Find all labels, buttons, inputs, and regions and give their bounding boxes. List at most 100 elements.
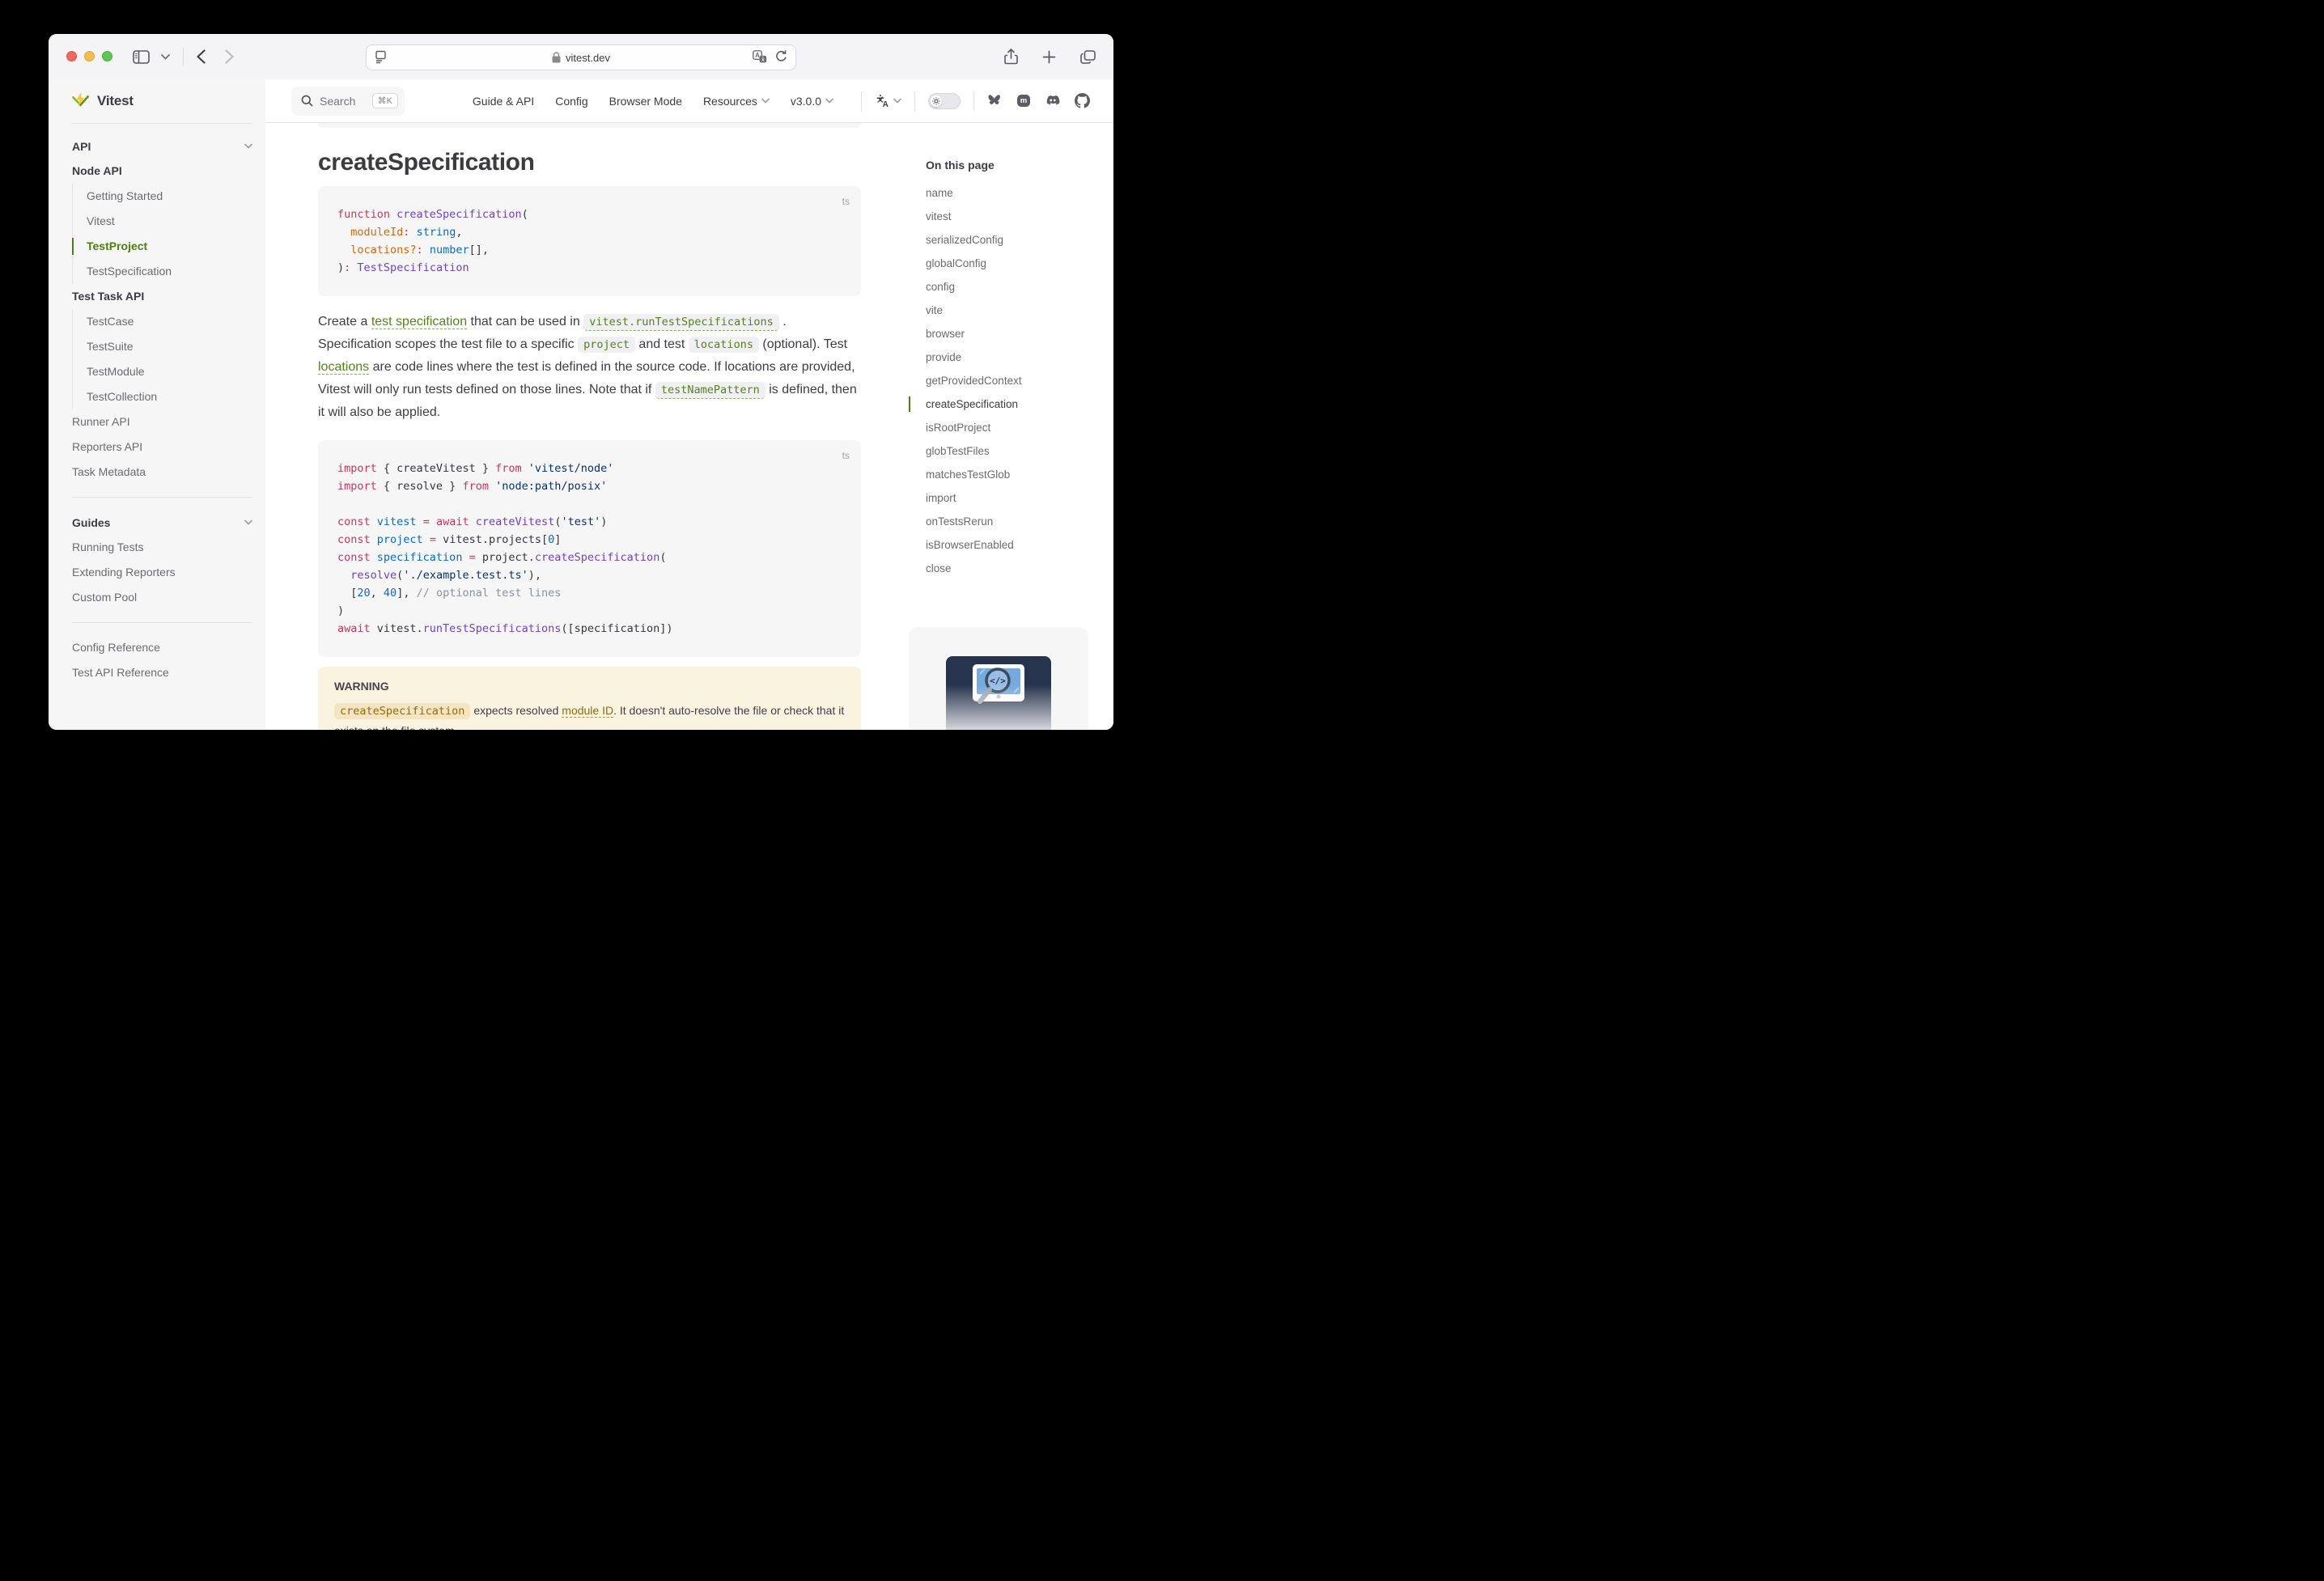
nav-divider	[973, 91, 974, 111]
outline-item-getprovidedcontext[interactable]: getProvidedContext	[926, 369, 1113, 392]
outline-aside: On this page namevitestserializedConfigg…	[909, 123, 1113, 730]
sidebar-item-runner-api[interactable]: Runner API	[72, 409, 252, 434]
sidebar-menu-chevron-icon[interactable]	[161, 54, 170, 60]
nav-link-v3-0-0[interactable]: v3.0.0	[791, 95, 833, 108]
sidebar: Vitest APINode APIGetting StartedVitestT…	[49, 79, 265, 730]
code-block-example[interactable]: tsimport { createVitest } from 'vitest/n…	[318, 440, 861, 657]
github-icon[interactable]	[1075, 93, 1090, 108]
sidebar-section-api[interactable]: API	[72, 134, 252, 159]
sidebar-toggle-icon[interactable]	[133, 50, 150, 64]
outline-item-config[interactable]: config	[926, 275, 1113, 299]
sidebar-item-reporters-api[interactable]: Reporters API	[72, 434, 252, 460]
sidebar-item-task-metadata[interactable]: Task Metadata	[72, 460, 252, 485]
sidebar-item-vitest[interactable]: Vitest	[87, 209, 252, 234]
chevron-down-icon	[244, 519, 252, 525]
back-icon[interactable]	[197, 49, 206, 64]
mastodon-icon[interactable]: m	[1016, 94, 1031, 108]
brand-logo[interactable]: Vitest	[49, 79, 265, 123]
language-menu[interactable]: A	[875, 94, 901, 108]
sidebar-item-test-task-api[interactable]: Test Task API	[72, 284, 252, 309]
nav-link-config[interactable]: Config	[555, 95, 587, 108]
browser-toolbar: vitest.dev Ax̂	[49, 34, 1113, 80]
minimize-window-button[interactable]	[84, 51, 95, 61]
theme-toggle[interactable]	[928, 93, 961, 109]
outline-item-name[interactable]: name	[926, 181, 1113, 205]
sidebar-item-testspecification[interactable]: TestSpecification	[87, 259, 252, 284]
vitest-runtestspecifications-link[interactable]: vitest.runTestSpecifications	[583, 314, 779, 331]
outline-item-globalconfig[interactable]: globalConfig	[926, 252, 1113, 275]
module-id-link[interactable]: module ID	[562, 704, 613, 718]
outline-item-ontestsrerun[interactable]: onTestsRerun	[926, 510, 1113, 533]
discord-icon[interactable]	[1045, 95, 1061, 108]
test-specification-link[interactable]: test specification	[371, 315, 467, 329]
sponsor-card[interactable]: </>	[909, 627, 1088, 730]
outline-item-matchestestglob[interactable]: matchesTestGlob	[926, 463, 1113, 486]
reader-icon[interactable]	[374, 50, 388, 64]
toolbar-divider	[183, 48, 184, 66]
reload-icon[interactable]	[775, 50, 787, 63]
nav-link-resources[interactable]: Resources	[703, 95, 770, 108]
chevron-down-icon	[244, 143, 252, 149]
nav-link-guide-api[interactable]: Guide & API	[473, 95, 534, 108]
outline-item-serializedconfig[interactable]: serializedConfig	[926, 228, 1113, 252]
outline-item-isrootproject[interactable]: isRootProject	[926, 416, 1113, 439]
outline-item-isbrowserenabled[interactable]: isBrowserEnabled	[926, 533, 1113, 557]
sidebar-divider	[72, 497, 252, 498]
site-navbar: Search ⌘K Guide & API Config Browser Mode R…	[265, 79, 1113, 123]
locations-link[interactable]: locations	[318, 360, 369, 375]
outline-item-createspecification[interactable]: createSpecification	[926, 392, 1113, 416]
url-text[interactable]: vitest.dev	[566, 52, 610, 64]
search-input[interactable]: Search ⌘K	[291, 87, 405, 116]
svg-text:A: A	[755, 52, 760, 59]
testnamepattern-link[interactable]: testNamePattern	[655, 382, 765, 399]
outline-item-provide[interactable]: provide	[926, 345, 1113, 369]
createspecification-code: createSpecification	[334, 703, 470, 719]
sidebar-item-getting-started[interactable]: Getting Started	[87, 184, 252, 209]
sidebar-item-extending-reporters[interactable]: Extending Reporters	[72, 560, 252, 585]
sidebar-item-testcase[interactable]: TestCase	[87, 309, 252, 334]
address-bar[interactable]: vitest.dev Ax̂	[366, 45, 796, 70]
search-icon	[301, 95, 313, 107]
sidebar-item-testmodule[interactable]: TestModule	[87, 359, 252, 384]
translate-icon[interactable]: Ax̂	[753, 50, 767, 63]
tab-overview-icon[interactable]	[1080, 50, 1096, 64]
outline-item-close[interactable]: close	[926, 557, 1113, 580]
outline-item-vite[interactable]: vite	[926, 299, 1113, 322]
text: expects resolved	[470, 704, 562, 717]
sidebar-item-testsuite[interactable]: TestSuite	[87, 334, 252, 359]
code-content: function createSpecification( moduleId: …	[337, 206, 842, 277]
sidebar-subgroup: TestCaseTestSuiteTestModuleTestCollectio…	[72, 309, 252, 409]
sidebar-section-guides[interactable]: Guides	[72, 510, 252, 535]
share-icon[interactable]	[1004, 49, 1018, 65]
zoom-window-button[interactable]	[102, 51, 112, 61]
close-window-button[interactable]	[66, 51, 77, 61]
bluesky-icon[interactable]	[987, 94, 1003, 108]
new-tab-icon[interactable]	[1042, 50, 1056, 64]
sidebar-item-running-tests[interactable]: Running Tests	[72, 535, 252, 560]
sidebar-item-node-api[interactable]: Node API	[72, 159, 252, 184]
nav-divider	[861, 91, 862, 111]
translate-language-icon: A	[875, 94, 890, 108]
chevron-down-icon	[893, 98, 901, 104]
sidebar-item-testcollection[interactable]: TestCollection	[87, 384, 252, 409]
sidebar-item-test-api-reference[interactable]: Test API Reference	[72, 660, 252, 685]
description-paragraph: Create a test specification that can be …	[318, 311, 861, 424]
svg-text:x̂: x̂	[761, 56, 765, 62]
outline-item-browser[interactable]: browser	[926, 322, 1113, 345]
outline-title: On this page	[909, 159, 1113, 172]
sidebar-item-custom-pool[interactable]: Custom Pool	[72, 585, 252, 610]
page-content: createSpecification tsfunction createSpe…	[265, 123, 1113, 730]
doc-main: createSpecification tsfunction createSpe…	[318, 123, 861, 730]
outline-item-vitest[interactable]: vitest	[926, 205, 1113, 228]
code-block-signature[interactable]: tsfunction createSpecification( moduleId…	[318, 186, 861, 296]
outline-item-import[interactable]: import	[926, 486, 1113, 510]
warning-callout: WARNING createSpecification expects reso…	[318, 667, 861, 730]
sidebar-item-testproject[interactable]: TestProject	[87, 234, 252, 259]
outline-item-globtestfiles[interactable]: globTestFiles	[926, 439, 1113, 463]
forward-icon[interactable]	[225, 49, 234, 64]
sidebar-nav: APINode APIGetting StartedVitestTestProj…	[49, 124, 265, 685]
sidebar-item-config-reference[interactable]: Config Reference	[72, 635, 252, 660]
warning-body: createSpecification expects resolved mod…	[334, 701, 845, 730]
nav-link-browser-mode[interactable]: Browser Mode	[609, 95, 682, 108]
chevron-down-icon	[761, 98, 770, 104]
